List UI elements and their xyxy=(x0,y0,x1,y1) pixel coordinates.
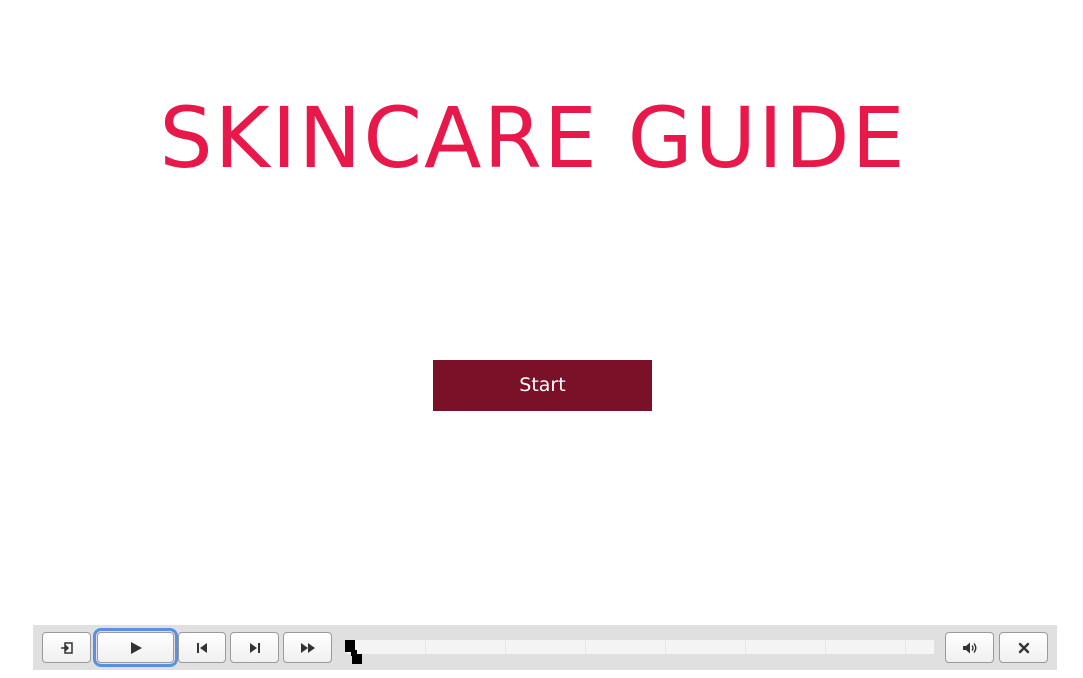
volume-icon xyxy=(962,641,978,655)
progress-segment-divider xyxy=(745,640,746,654)
next-button[interactable] xyxy=(230,632,279,663)
progress-track[interactable] xyxy=(347,640,934,654)
play-button[interactable] xyxy=(93,628,178,667)
progress-segment-divider xyxy=(825,640,826,654)
progress-segment-divider xyxy=(505,640,506,654)
exit-icon xyxy=(60,641,74,655)
fast-forward-button[interactable] xyxy=(283,632,332,663)
player-toolbar xyxy=(33,625,1057,670)
skip-next-icon xyxy=(248,641,262,655)
skip-previous-icon xyxy=(195,641,209,655)
progress-segment-divider xyxy=(905,640,906,654)
previous-button[interactable] xyxy=(178,632,226,663)
volume-button[interactable] xyxy=(945,632,994,663)
progress-segment-divider xyxy=(425,640,426,654)
fast-forward-icon xyxy=(300,641,316,655)
progress-segment-divider xyxy=(665,640,666,654)
close-button[interactable] xyxy=(999,632,1048,663)
page-title: SKINCARE GUIDE xyxy=(159,89,907,187)
start-button[interactable]: Start xyxy=(433,360,652,411)
close-icon xyxy=(1018,642,1030,654)
progress-handle[interactable] xyxy=(345,640,365,666)
progress-segment-divider xyxy=(585,640,586,654)
slide-stage: SKINCARE GUIDE Start xyxy=(0,0,1083,678)
play-icon xyxy=(129,641,143,655)
exit-button[interactable] xyxy=(42,632,91,663)
